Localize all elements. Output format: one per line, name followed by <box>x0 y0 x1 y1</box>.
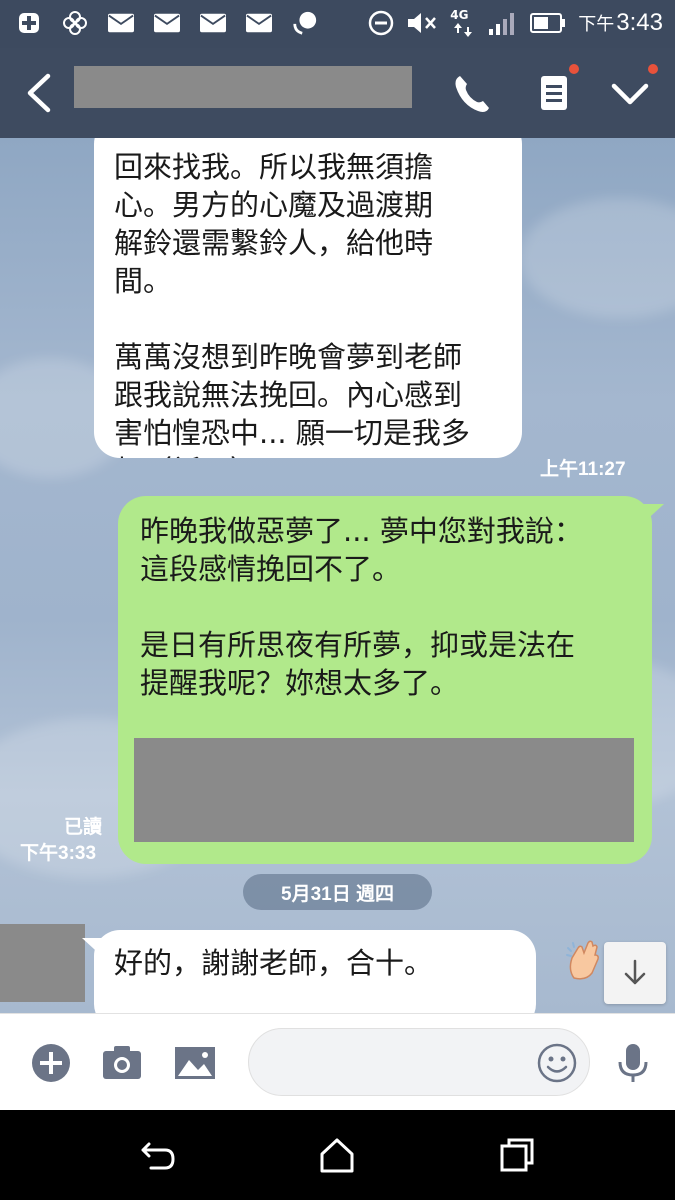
microphone-icon[interactable] <box>612 1042 654 1084</box>
home-icon[interactable] <box>316 1134 358 1176</box>
message-composer <box>0 1013 675 1111</box>
background-cloud <box>520 198 675 318</box>
flower-app-icon <box>62 10 88 36</box>
message-text: 回來找我。所以我無須擔 心。男方的心魔及過渡期 解鈴還需繫鈴人，給他時 間。 萬… <box>114 150 470 458</box>
avatar[interactable] <box>0 924 85 1002</box>
mail-icon <box>200 10 226 36</box>
incoming-message-bubble[interactable]: 好的，謝謝老師，合十。 <box>82 930 599 1013</box>
do-not-disturb-icon <box>369 10 394 36</box>
signal-icon <box>489 13 515 35</box>
date-separator: 5月31日 週四 <box>243 874 432 910</box>
recent-apps-icon[interactable] <box>496 1134 538 1176</box>
checkmark-menu-icon <box>611 83 649 105</box>
message-text: 昨晚我做惡夢了... 夢中您對我說： 這段感情挽回不了。 是日有所思夜有所夢，抑… <box>140 514 583 700</box>
scroll-to-bottom-button[interactable] <box>604 942 666 1004</box>
notification-dot <box>569 64 579 74</box>
chat-phone-icon <box>292 10 318 36</box>
chat-area[interactable]: 回來找我。所以我無須擔 心。男方的心魔及過渡期 解鈴還需繫鈴人，給他時 間。 萬… <box>0 138 675 1013</box>
notification-dot <box>648 64 658 74</box>
clapping-hands-icon <box>566 940 599 980</box>
incoming-message-bubble[interactable]: 回來找我。所以我無須擔 心。男方的心魔及過渡期 解鈴還需繫鈴人，給他時 間。 萬… <box>94 138 522 458</box>
camera-icon[interactable] <box>101 1042 143 1084</box>
battery-icon <box>530 13 566 33</box>
message-timestamp: 上午11:27 <box>540 459 626 480</box>
notes-button[interactable] <box>531 64 579 118</box>
status-bar: 4G 下午3:43 <box>0 0 675 48</box>
plus-icon[interactable] <box>30 1042 72 1084</box>
mail-icon <box>154 10 180 36</box>
mute-icon <box>408 13 437 33</box>
contact-name-redacted <box>74 66 412 108</box>
back-icon[interactable] <box>137 1134 179 1176</box>
notes-icon <box>541 76 567 110</box>
notification-icons <box>16 10 318 36</box>
mail-icon <box>108 10 134 36</box>
bubble-tail <box>640 504 664 526</box>
message-timestamp: 下午3:33 <box>20 843 97 864</box>
emoji-icon[interactable] <box>536 1042 578 1084</box>
clock: 下午3:43 <box>578 9 663 37</box>
bubble-tail <box>82 938 106 960</box>
system-status: 4G 下午3:43 <box>368 8 663 38</box>
outgoing-message-bubble[interactable]: 昨晚我做惡夢了... 夢中您對我說： 這段感情挽回不了。 是日有所思夜有所夢，抑… <box>118 496 664 864</box>
arrow-down-icon <box>624 959 646 985</box>
redacted-content <box>134 738 634 842</box>
hospital-plus-icon <box>16 10 42 36</box>
network-4g-icon: 4G <box>450 8 476 38</box>
clock-time: 3:43 <box>616 9 663 36</box>
mail-icon <box>246 10 272 36</box>
system-navigation-bar <box>0 1110 675 1200</box>
network-label: 4G <box>450 8 469 22</box>
menu-button[interactable] <box>608 64 658 118</box>
image-icon[interactable] <box>174 1042 216 1084</box>
phone-icon[interactable] <box>448 70 496 118</box>
message-text: 好的，謝謝老師，合十。 <box>114 946 434 980</box>
read-receipt: 已讀 <box>64 817 103 838</box>
chat-header <box>0 48 675 138</box>
clock-ampm: 下午 <box>578 14 615 34</box>
back-chevron-icon[interactable] <box>20 70 60 116</box>
